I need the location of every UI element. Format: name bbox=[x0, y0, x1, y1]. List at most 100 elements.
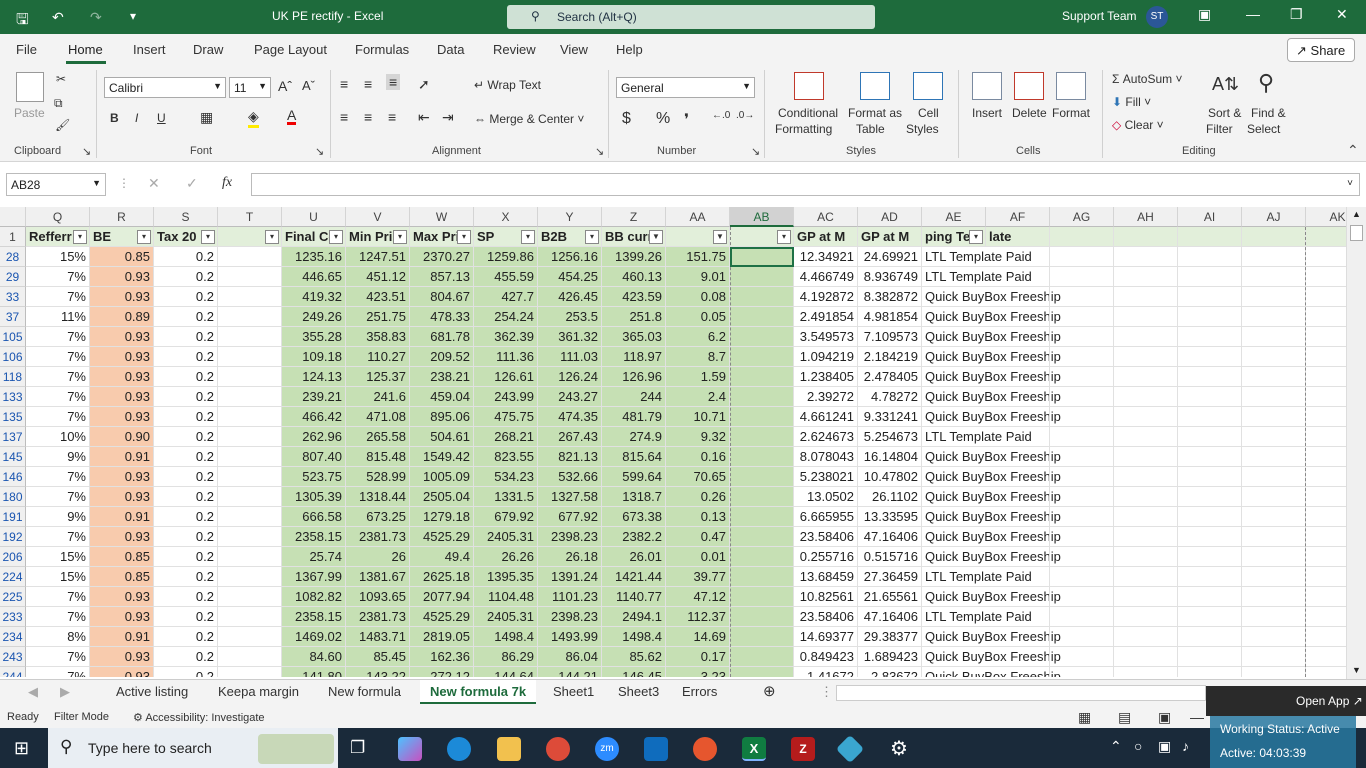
data-cell[interactable]: 241.6 bbox=[346, 387, 410, 407]
data-cell[interactable]: 0.17 bbox=[666, 647, 730, 667]
data-cell[interactable]: 111.36 bbox=[474, 347, 538, 367]
page-layout-view-icon[interactable]: ▤ bbox=[1118, 709, 1131, 726]
column-header[interactable]: AK bbox=[1306, 207, 1346, 227]
user-name[interactable]: Support Team bbox=[1062, 9, 1137, 23]
undo-icon[interactable]: ↶ bbox=[52, 9, 64, 26]
data-cell[interactable]: 112.37 bbox=[666, 607, 730, 627]
data-cell[interactable]: 2.624673 bbox=[794, 427, 858, 447]
data-cell[interactable] bbox=[218, 427, 282, 447]
data-cell[interactable]: 528.99 bbox=[346, 467, 410, 487]
data-cell[interactable] bbox=[1050, 647, 1114, 667]
data-cell[interactable]: 0.2 bbox=[154, 527, 218, 547]
data-cell[interactable] bbox=[1178, 487, 1242, 507]
tab-review[interactable]: Review bbox=[493, 42, 536, 57]
row-header[interactable]: 180 bbox=[0, 487, 26, 507]
data-cell[interactable] bbox=[1178, 447, 1242, 467]
data-cell[interactable]: 21.65561 bbox=[858, 587, 922, 607]
data-cell[interactable] bbox=[1178, 547, 1242, 567]
data-cell[interactable] bbox=[1242, 607, 1306, 627]
data-cell[interactable]: 2398.23 bbox=[538, 527, 602, 547]
data-cell[interactable]: 2494.1 bbox=[602, 607, 666, 627]
column-header[interactable]: Y bbox=[538, 207, 602, 227]
data-cell[interactable]: 15% bbox=[26, 247, 90, 267]
row-header[interactable]: 191 bbox=[0, 507, 26, 527]
data-cell[interactable]: 0.2 bbox=[154, 647, 218, 667]
data-cell[interactable]: 7% bbox=[26, 647, 90, 667]
data-cell[interactable]: 0.89 bbox=[90, 307, 154, 327]
data-cell[interactable]: 677.92 bbox=[538, 507, 602, 527]
data-cell[interactable]: 0.2 bbox=[154, 447, 218, 467]
filter-dropdown-icon[interactable]: ▾ bbox=[777, 230, 791, 244]
data-cell[interactable] bbox=[218, 447, 282, 467]
cell-styles-icon[interactable] bbox=[913, 72, 943, 100]
windows-start-icon[interactable]: ⊞ bbox=[14, 738, 29, 759]
filter-dropdown-icon[interactable]: ▾ bbox=[73, 230, 87, 244]
alignment-launcher-icon[interactable]: ↘ bbox=[595, 145, 604, 158]
data-cell[interactable] bbox=[1050, 667, 1114, 677]
data-cell[interactable]: 244 bbox=[602, 387, 666, 407]
data-cell[interactable] bbox=[1242, 407, 1306, 427]
data-cell[interactable]: 0.90 bbox=[90, 427, 154, 447]
zoom-app-icon[interactable]: zm bbox=[595, 737, 619, 761]
data-cell[interactable]: 39.77 bbox=[666, 567, 730, 587]
column-header[interactable]: AC bbox=[794, 207, 858, 227]
data-cell[interactable]: 451.12 bbox=[346, 267, 410, 287]
data-cell[interactable] bbox=[1242, 387, 1306, 407]
data-cell[interactable] bbox=[1242, 667, 1306, 677]
paste-label[interactable]: Paste bbox=[14, 106, 45, 120]
data-cell[interactable]: 162.36 bbox=[410, 647, 474, 667]
data-cell[interactable] bbox=[1050, 427, 1114, 447]
data-cell[interactable] bbox=[218, 487, 282, 507]
italic-icon[interactable]: I bbox=[135, 111, 138, 125]
data-cell[interactable]: 8.7 bbox=[666, 347, 730, 367]
data-cell[interactable] bbox=[1178, 427, 1242, 447]
row-header[interactable]: 225 bbox=[0, 587, 26, 607]
data-cell[interactable]: 1391.24 bbox=[538, 567, 602, 587]
row-header[interactable]: 33 bbox=[0, 287, 26, 307]
data-cell[interactable]: 151.75 bbox=[666, 247, 730, 267]
filter-dropdown-icon[interactable]: ▾ bbox=[969, 230, 983, 244]
tray-volume-icon[interactable]: ♪ bbox=[1182, 738, 1189, 754]
tab-file[interactable]: File bbox=[16, 42, 37, 57]
data-cell[interactable] bbox=[1178, 647, 1242, 667]
data-cell[interactable]: 249.26 bbox=[282, 307, 346, 327]
data-cell[interactable]: 1.689423 bbox=[858, 647, 922, 667]
filter-dropdown-icon[interactable]: ▾ bbox=[457, 230, 471, 244]
data-cell[interactable] bbox=[1050, 267, 1114, 287]
merge-center-button[interactable]: ⇔ Merge & Center ˅ bbox=[474, 112, 584, 126]
data-cell[interactable]: 0.85 bbox=[90, 567, 154, 587]
data-cell[interactable]: 460.13 bbox=[602, 267, 666, 287]
data-cell[interactable]: 29.38377 bbox=[858, 627, 922, 647]
data-cell[interactable] bbox=[218, 267, 282, 287]
data-cell[interactable] bbox=[1306, 667, 1346, 677]
data-cell[interactable]: 0.2 bbox=[154, 627, 218, 647]
wrap-text-button[interactable]: ↵ Wrap Text bbox=[474, 78, 541, 92]
tab-page-layout[interactable]: Page Layout bbox=[254, 42, 327, 57]
data-cell[interactable]: 681.78 bbox=[410, 327, 474, 347]
data-cell[interactable]: 7% bbox=[26, 487, 90, 507]
data-cell[interactable] bbox=[1306, 487, 1346, 507]
font-size-select[interactable]: 11 ▼ bbox=[229, 77, 271, 98]
data-cell[interactable]: 265.58 bbox=[346, 427, 410, 447]
data-cell[interactable]: 454.25 bbox=[538, 267, 602, 287]
data-cell[interactable] bbox=[1306, 647, 1346, 667]
data-cell[interactable] bbox=[1242, 287, 1306, 307]
data-cell[interactable] bbox=[1050, 527, 1114, 547]
data-cell[interactable] bbox=[1306, 547, 1346, 567]
percent-icon[interactable]: % bbox=[656, 110, 670, 128]
data-cell[interactable]: 1327.58 bbox=[538, 487, 602, 507]
data-cell[interactable]: 13.0502 bbox=[794, 487, 858, 507]
data-cell[interactable]: 126.96 bbox=[602, 367, 666, 387]
data-cell[interactable] bbox=[986, 667, 1050, 677]
data-cell[interactable]: 5.254673 bbox=[858, 427, 922, 447]
data-cell[interactable]: 679.92 bbox=[474, 507, 538, 527]
zoom-out-icon[interactable]: — bbox=[1190, 709, 1204, 725]
data-cell[interactable] bbox=[1178, 367, 1242, 387]
data-cell[interactable] bbox=[1050, 487, 1114, 507]
insert-cells-icon[interactable] bbox=[972, 72, 1002, 100]
data-cell[interactable]: 475.75 bbox=[474, 407, 538, 427]
data-cell[interactable] bbox=[1114, 567, 1178, 587]
data-cell[interactable]: 268.21 bbox=[474, 427, 538, 447]
data-cell[interactable]: 253.5 bbox=[538, 307, 602, 327]
filter-dropdown-icon[interactable]: ▾ bbox=[393, 230, 407, 244]
